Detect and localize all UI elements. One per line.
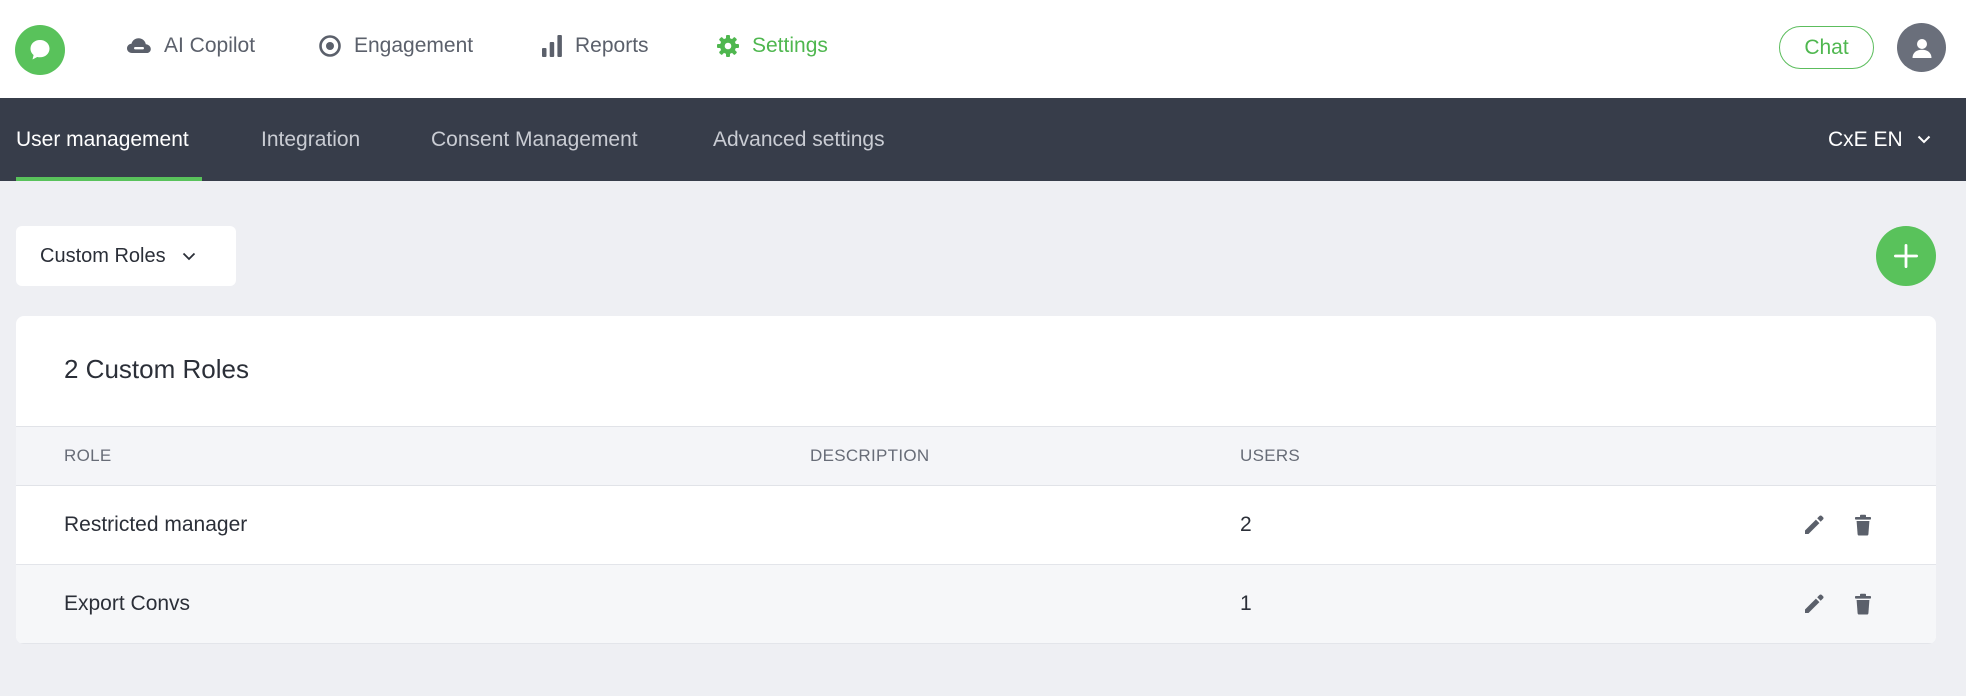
table-header: ROLE DESCRIPTION USERS	[16, 426, 1936, 486]
role-name: Restricted manager	[64, 513, 248, 536]
pencil-icon	[1805, 515, 1824, 534]
role-type-dropdown[interactable]: Custom Roles	[16, 226, 236, 286]
nav-ai-copilot[interactable]: AI Copilot	[126, 28, 255, 64]
chat-button[interactable]: Chat	[1779, 26, 1874, 69]
pencil-icon	[1805, 594, 1824, 613]
nav-engagement[interactable]: Engagement	[318, 28, 473, 64]
edit-button[interactable]	[1801, 591, 1827, 617]
nav-settings[interactable]: Settings	[716, 28, 828, 64]
app-logo[interactable]	[15, 25, 65, 75]
card-title: 2 Custom Roles	[64, 354, 249, 384]
nav-reports[interactable]: Reports	[541, 28, 649, 64]
trash-icon	[1855, 514, 1871, 536]
chevron-down-icon	[182, 252, 195, 260]
column-header-description: DESCRIPTION	[810, 446, 930, 465]
plus-icon	[1894, 244, 1918, 268]
column-header-role: ROLE	[64, 446, 112, 465]
bar-chart-icon	[542, 35, 562, 57]
nav-label: Reports	[575, 34, 649, 57]
add-role-button[interactable]	[1876, 226, 1936, 286]
edit-button[interactable]	[1801, 512, 1827, 538]
nav-label: AI Copilot	[164, 34, 256, 57]
cloud-icon	[127, 38, 151, 53]
dropdown-selected-value: Custom Roles	[40, 244, 166, 267]
language-label: CxE EN	[1828, 127, 1903, 151]
tab-user-management[interactable]: User management	[16, 98, 189, 181]
user-icon	[1912, 38, 1931, 58]
nav-label: Settings	[752, 34, 828, 57]
role-name: Export Convs	[64, 592, 191, 615]
table-row[interactable]: Restricted manager 2	[16, 486, 1936, 565]
delete-button[interactable]	[1850, 512, 1876, 538]
tab-integration[interactable]: Integration	[261, 98, 360, 181]
language-selector[interactable]: CxE EN	[1828, 98, 1931, 181]
table-row[interactable]: Export Convs 1	[16, 565, 1936, 644]
role-users-count: 1	[1240, 592, 1252, 615]
nav-label: Engagement	[354, 34, 474, 57]
column-header-users: USERS	[1240, 446, 1301, 465]
tab-consent-management[interactable]: Consent Management	[431, 98, 638, 181]
chat-bubble-icon	[30, 40, 50, 60]
delete-button[interactable]	[1850, 591, 1876, 617]
role-users-count: 2	[1240, 513, 1252, 536]
user-avatar[interactable]	[1897, 23, 1946, 72]
tab-advanced-settings[interactable]: Advanced settings	[713, 98, 885, 181]
trash-icon	[1855, 593, 1871, 615]
custom-roles-card: 2 Custom Roles ROLE DESCRIPTION USERS Re…	[16, 316, 1936, 644]
active-tab-indicator	[16, 177, 202, 181]
chevron-down-icon	[1917, 135, 1930, 144]
target-icon	[319, 35, 341, 57]
gear-icon	[717, 35, 739, 57]
top-bar: AI Copilot Engagement Reports Settings C…	[0, 0, 1966, 98]
